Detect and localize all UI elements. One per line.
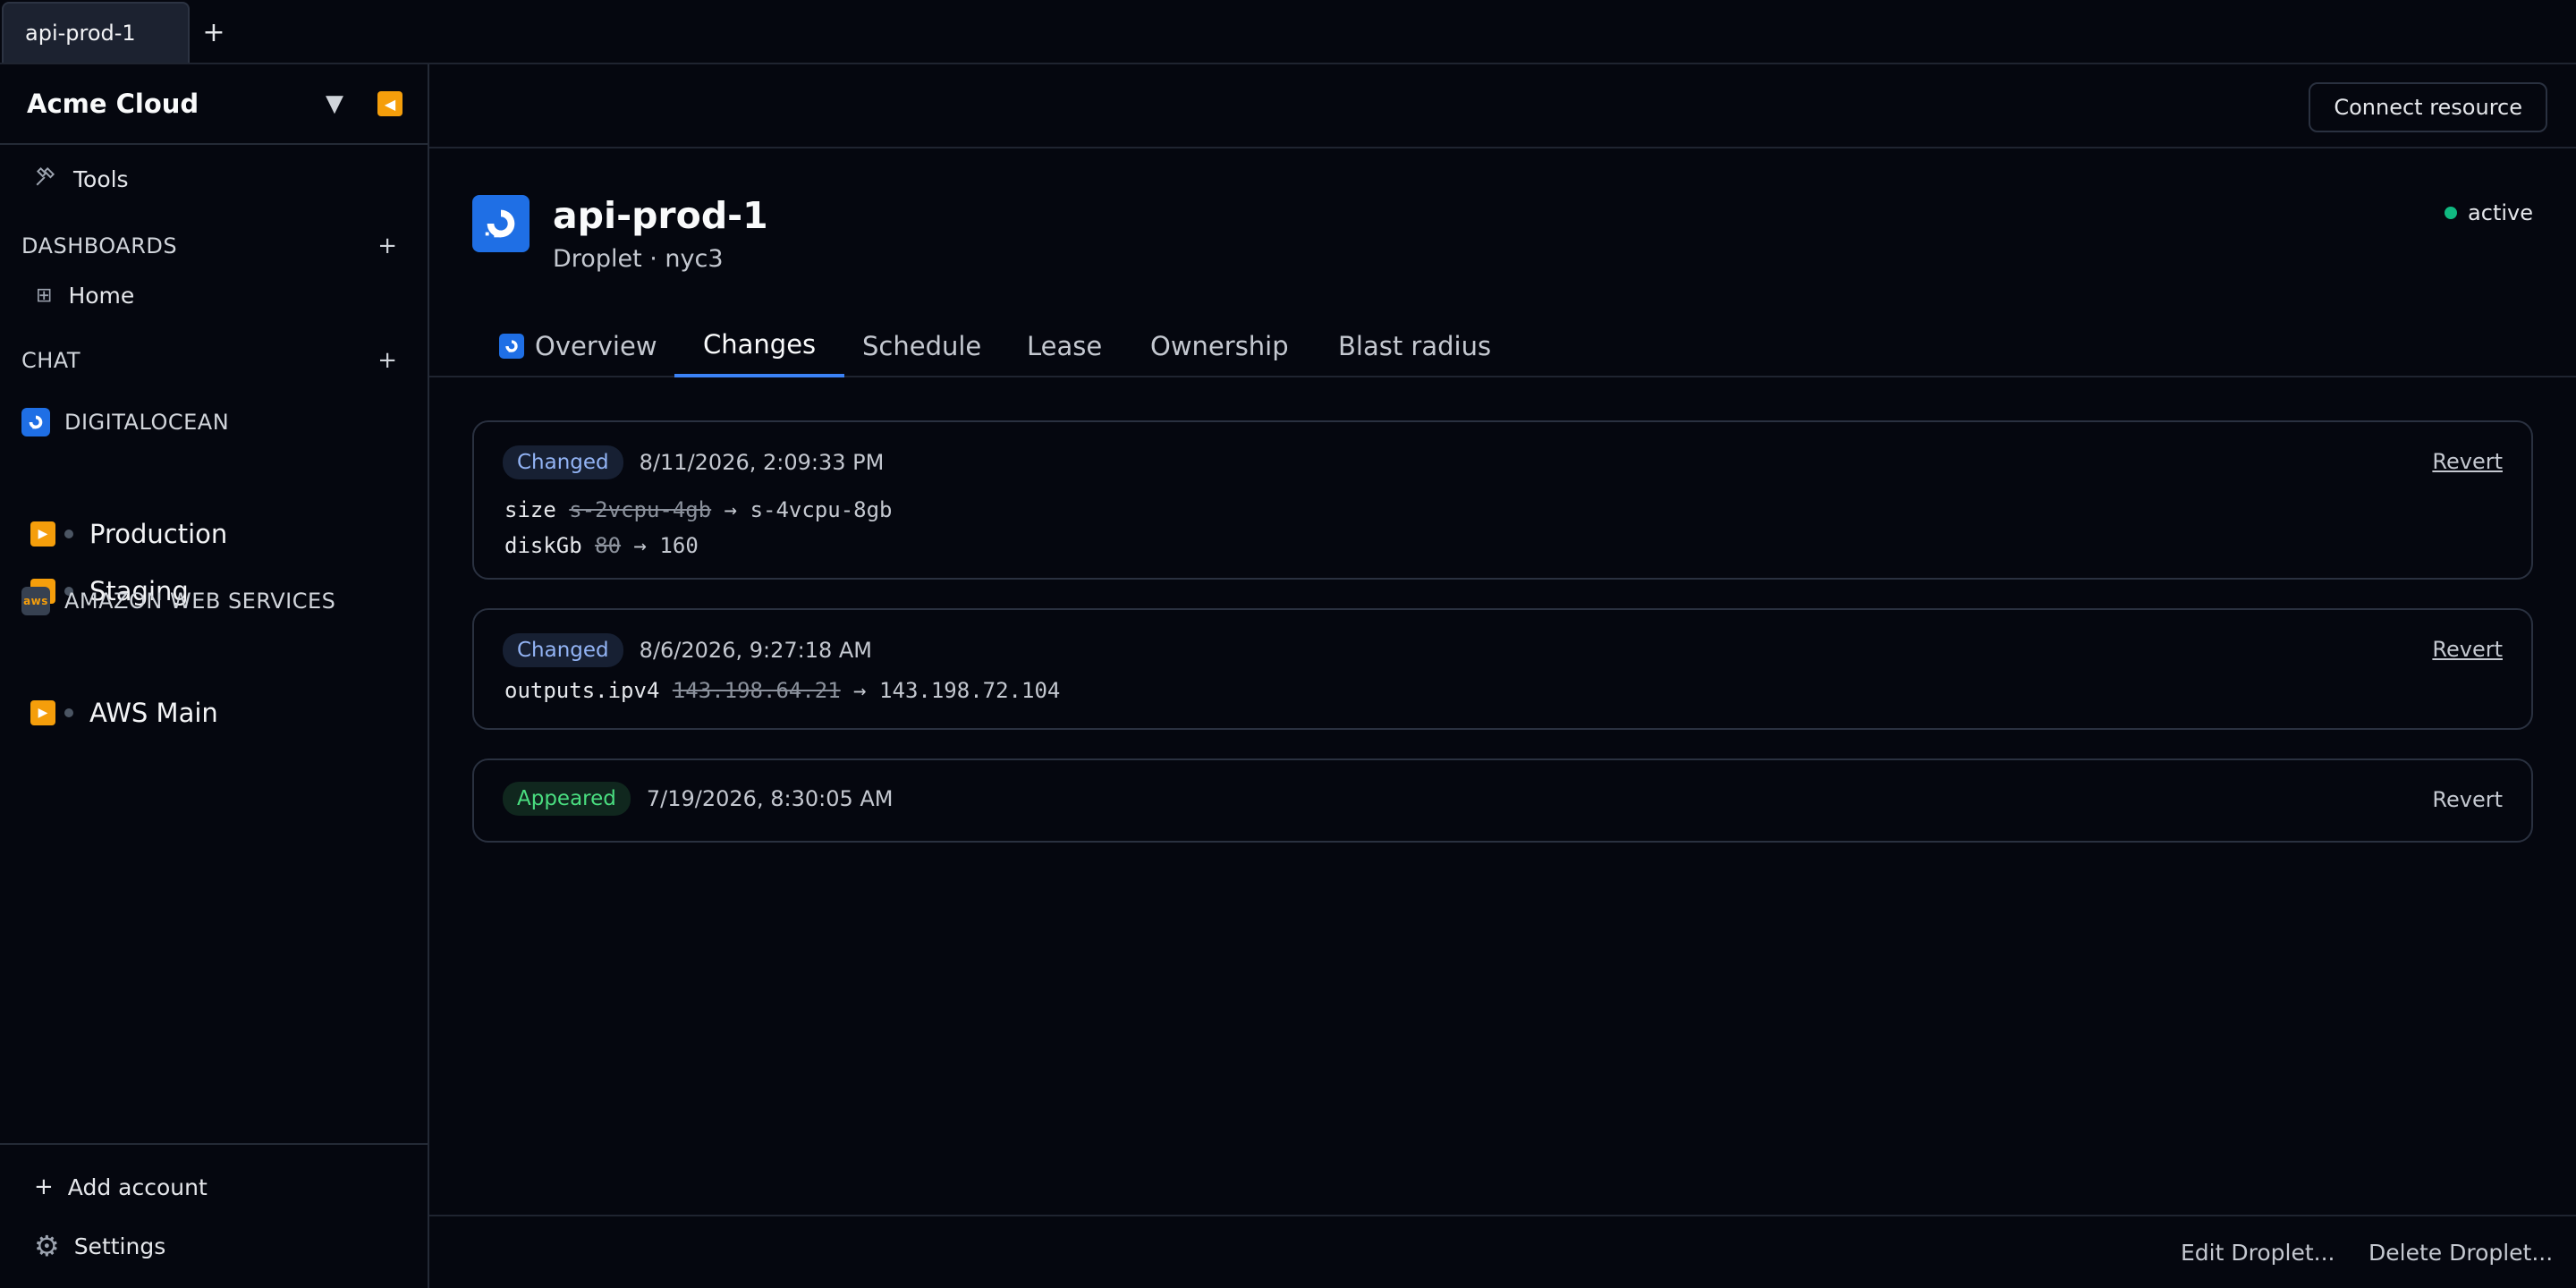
diff-line: size s-2vcpu-4gb → s-4vcpu-8gb <box>504 497 893 522</box>
diff-field: outputs.ipv4 <box>504 678 660 703</box>
change-header: Appeared 7/19/2026, 8:30:05 AM <box>503 782 893 816</box>
diff-new: 160 <box>659 533 699 558</box>
chat-title: CHAT <box>21 348 81 373</box>
delete-droplet-button[interactable]: Delete Droplet... <box>2368 1240 2553 1266</box>
tab-schedule[interactable]: Schedule <box>862 315 981 377</box>
tab-label: Overview <box>535 331 657 361</box>
org-header: Acme Cloud ▼ ◀ <box>0 64 428 145</box>
resource-subtitle: Droplet · nyc3 <box>553 245 724 273</box>
change-timestamp: 8/6/2026, 9:27:18 AM <box>639 638 872 663</box>
add-account-button[interactable]: + Add account <box>34 1174 208 1200</box>
diff-arrow: → <box>633 533 647 558</box>
play-icon[interactable]: ▶ <box>30 521 55 547</box>
tab-lease[interactable]: Lease <box>1027 315 1102 377</box>
account-production[interactable]: ▶ Production <box>0 519 429 549</box>
sidebar-item-home[interactable]: ⊞ Home <box>0 283 429 309</box>
connect-resource-button[interactable]: Connect resource <box>2309 82 2547 132</box>
change-badge: Changed <box>503 633 623 667</box>
change-badge: Changed <box>503 445 623 479</box>
org-name[interactable]: Acme Cloud <box>27 89 326 119</box>
bottom-action-bar: Edit Droplet... Delete Droplet... <box>429 1215 2576 1288</box>
grid-icon: ⊞ <box>36 284 53 307</box>
main-panel: Connect resource api-prod-1 Droplet · ny… <box>429 64 2576 1288</box>
diff-arrow: → <box>724 497 738 522</box>
resource-tabs: Overview Changes Schedule Lease Ownershi… <box>429 315 2576 377</box>
add-dashboard-button[interactable]: + <box>377 233 397 259</box>
sidebar-divider <box>0 1143 428 1145</box>
tab-blast-radius[interactable]: Blast radius <box>1338 315 1491 377</box>
status-text: active <box>2468 200 2533 225</box>
diff-old: s-2vcpu-4gb <box>569 497 712 522</box>
status-badge: active <box>2445 200 2533 225</box>
status-dot <box>64 530 73 538</box>
sidebar-item-label: Tools <box>73 165 129 192</box>
provider-name: AMAZON WEB SERVICES <box>64 589 336 614</box>
settings-label: Settings <box>73 1233 166 1259</box>
account-label: AWS Main <box>89 698 218 728</box>
account-aws-main[interactable]: ▶ AWS Main <box>0 698 429 728</box>
tab-changes[interactable]: Changes <box>674 315 845 377</box>
tools-icon <box>34 165 57 193</box>
tab-strip: api-prod-1 + <box>0 0 2576 64</box>
play-icon[interactable]: ▶ <box>30 700 55 725</box>
revert-button[interactable]: Revert <box>2432 449 2503 474</box>
revert-button[interactable]: Revert <box>2432 787 2503 812</box>
chat-section-header: CHAT + <box>0 347 429 374</box>
plus-icon: + <box>34 1174 54 1200</box>
change-timestamp: 7/19/2026, 8:30:05 AM <box>646 786 894 811</box>
resource-header: api-prod-1 Droplet · nyc3 <box>472 193 768 273</box>
top-bar: Connect resource <box>429 64 2576 148</box>
sidebar: Acme Cloud ▼ ◀ Tools DASHBOARDS + ⊞ Home… <box>0 64 429 1288</box>
tab-ownership[interactable]: Ownership <box>1150 315 1289 377</box>
tab-api-prod-1[interactable]: api-prod-1 <box>2 2 190 63</box>
digitalocean-icon <box>472 195 530 252</box>
page-title: api-prod-1 <box>553 194 768 237</box>
diff-arrow: → <box>853 678 867 703</box>
change-timestamp: 8/11/2026, 2:09:33 PM <box>639 450 885 475</box>
sidebar-item-label: Home <box>68 283 135 309</box>
change-card: Changed 8/11/2026, 2:09:33 PM Revert siz… <box>472 420 2533 580</box>
diff-old: 143.198.64.21 <box>672 678 841 703</box>
diff-new: 143.198.72.104 <box>879 678 1061 703</box>
digitalocean-icon <box>499 334 524 359</box>
chevron-down-icon[interactable]: ▼ <box>326 90 343 117</box>
status-dot <box>2445 207 2458 219</box>
digitalocean-icon <box>21 408 50 436</box>
add-chat-button[interactable]: + <box>377 347 397 374</box>
diff-line: diskGb 80 → 160 <box>504 533 699 558</box>
provider-name: DIGITALOCEAN <box>64 410 230 435</box>
diff-line: outputs.ipv4 143.198.64.21 → 143.198.72.… <box>504 678 1060 703</box>
provider-aws-row: aws AMAZON WEB SERVICES <box>0 587 429 615</box>
settings-button[interactable]: ⚙ Settings <box>34 1229 165 1263</box>
diff-field: size <box>504 497 556 522</box>
aws-icon: aws <box>21 587 50 615</box>
change-card: Appeared 7/19/2026, 8:30:05 AM Revert <box>472 758 2533 843</box>
provider-digitalocean: DIGITALOCEAN <box>0 408 429 436</box>
diff-new: s-4vcpu-8gb <box>750 497 893 522</box>
change-card: Changed 8/6/2026, 9:27:18 AM Revert outp… <box>472 608 2533 730</box>
sidebar-item-tools[interactable]: Tools <box>34 165 463 193</box>
dashboards-title: DASHBOARDS <box>21 233 178 258</box>
change-header: Changed 8/6/2026, 9:27:18 AM <box>503 633 872 667</box>
status-dot <box>64 708 73 717</box>
diff-old: 80 <box>595 533 622 558</box>
dashboards-section-header: DASHBOARDS + <box>0 233 429 259</box>
gear-icon: ⚙ <box>34 1229 60 1263</box>
tab-overview[interactable]: Overview <box>499 315 657 377</box>
change-badge: Appeared <box>503 782 631 816</box>
revert-button[interactable]: Revert <box>2432 637 2503 662</box>
diff-field: diskGb <box>504 533 582 558</box>
new-tab-button[interactable]: + <box>190 2 238 63</box>
change-header: Changed 8/11/2026, 2:09:33 PM <box>503 445 884 479</box>
collapse-sidebar-icon[interactable]: ◀ <box>377 91 402 116</box>
account-label: Production <box>89 519 228 549</box>
edit-droplet-button[interactable]: Edit Droplet... <box>2181 1240 2334 1266</box>
add-account-label: Add account <box>67 1174 208 1200</box>
